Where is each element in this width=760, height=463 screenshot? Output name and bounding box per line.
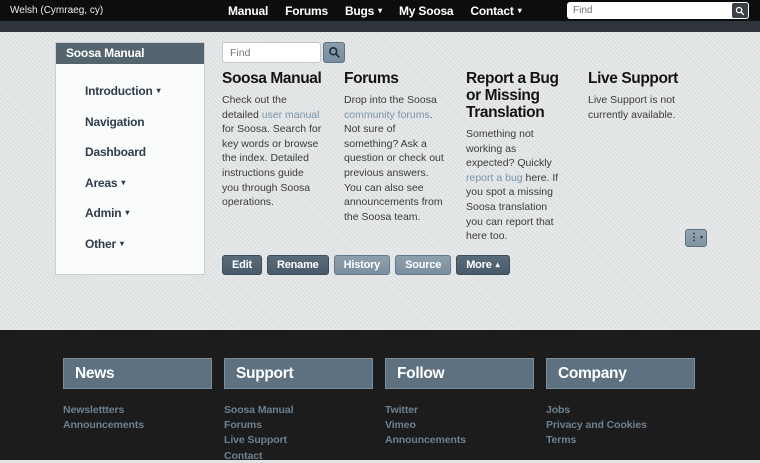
list-item: Contact — [224, 448, 373, 463]
list-item: Announcements — [385, 432, 534, 447]
sidebar-link-admin[interactable]: Admin▾ — [85, 206, 129, 220]
community-forums-link[interactable]: community forums — [344, 109, 430, 121]
footer-link-announcements[interactable]: Announcements — [385, 434, 466, 446]
nav-item-bugs[interactable]: Bugs▾ — [345, 4, 382, 18]
source-button[interactable]: Source — [395, 255, 451, 275]
nav-item-manual[interactable]: Manual — [228, 4, 268, 18]
topbar-search-input[interactable] — [568, 5, 732, 16]
sidebar-item-dashboard: Dashboard — [85, 143, 196, 161]
list-item: Newslettters — [63, 402, 212, 417]
nav-item-contact[interactable]: Contact▾ — [470, 4, 521, 18]
list-item: Vimeo — [385, 417, 534, 432]
footer-link-terms[interactable]: Terms — [546, 434, 576, 446]
nav-item-my-soosa[interactable]: My Soosa — [399, 4, 453, 18]
footer-section-title: News — [63, 358, 212, 389]
list-item: Terms — [546, 432, 695, 447]
list-item: Twitter — [385, 402, 534, 417]
sidebar-link-introduction[interactable]: Introduction▾ — [85, 84, 160, 98]
list-item: Forums — [224, 417, 373, 432]
footer-section-title: Support — [224, 358, 373, 389]
footer-link-live-support[interactable]: Live Support — [224, 434, 287, 446]
topbar-search-button[interactable] — [732, 3, 748, 18]
list-item: Soosa Manual — [224, 402, 373, 417]
top-navigation-bar: Welsh (Cymraeg, cy) Manual Forums Bugs▾ … — [0, 0, 760, 21]
history-button[interactable]: History — [334, 255, 391, 275]
footer-link-forums[interactable]: Forums — [224, 419, 262, 431]
list-item: Live Support — [224, 432, 373, 447]
content-search-input[interactable] — [222, 42, 321, 63]
column-report-bug: Report a Bug or Missing Translation Some… — [466, 70, 566, 244]
sidebar-item-admin: Admin▾ — [85, 204, 196, 222]
column-title: Report a Bug or Missing Translation — [466, 70, 566, 121]
caret-down-icon: ▾ — [700, 235, 703, 241]
sidebar-link-navigation[interactable]: Navigation — [85, 115, 144, 129]
list-menu-button[interactable]: ⋮ ▾ — [685, 229, 707, 247]
more-button[interactable]: More▴ — [456, 255, 509, 275]
caret-down-icon: ▾ — [125, 209, 129, 217]
sidebar-item-areas: Areas▾ — [85, 174, 196, 192]
column-soosa-manual: Soosa Manual Check out the detailed user… — [222, 70, 322, 244]
kebab-icon: ⋮ — [689, 233, 699, 243]
sidebar-link-areas[interactable]: Areas▾ — [85, 176, 125, 190]
footer-link-vimeo[interactable]: Vimeo — [385, 419, 416, 431]
column-text: Drop into the Soosa community forums. No… — [344, 93, 444, 224]
caret-down-icon: ▾ — [121, 179, 125, 187]
sidebar: Soosa Manual Introduction▾ Navigation Da… — [55, 42, 205, 275]
secondary-bar — [0, 21, 760, 32]
footer-section-follow: Follow Twitter Vimeo Announcements — [385, 358, 534, 463]
footer-link-announcements[interactable]: Announcements — [63, 419, 144, 431]
caret-down-icon: ▾ — [378, 7, 382, 15]
column-title: Live Support — [588, 70, 688, 87]
rename-button[interactable]: Rename — [267, 255, 329, 275]
footer-link-twitter[interactable]: Twitter — [385, 404, 418, 416]
footer-section-news: News Newslettters Announcements — [63, 358, 212, 463]
column-forums: Forums Drop into the Soosa community for… — [344, 70, 444, 244]
caret-down-icon: ▾ — [518, 7, 522, 15]
footer-link-soosa-manual[interactable]: Soosa Manual — [224, 404, 293, 416]
topbar-search — [567, 2, 749, 19]
list-item: Announcements — [63, 417, 212, 432]
footer-section-title: Company — [546, 358, 695, 389]
search-icon — [328, 46, 341, 59]
list-item: Jobs — [546, 402, 695, 417]
column-text: Live Support is not currently available. — [588, 93, 688, 122]
sidebar-link-other[interactable]: Other▾ — [85, 237, 124, 251]
user-manual-link[interactable]: user manual — [262, 109, 320, 121]
footer-section-title: Follow — [385, 358, 534, 389]
footer: News Newslettters Announcements Support … — [0, 330, 760, 460]
sidebar-item-navigation: Navigation — [85, 113, 196, 131]
language-label: Welsh (Cymraeg, cy) — [10, 5, 103, 16]
footer-link-privacy-cookies[interactable]: Privacy and Cookies — [546, 419, 647, 431]
sidebar-item-other: Other▾ — [85, 235, 196, 253]
footer-section-support: Support Soosa Manual Forums Live Support… — [224, 358, 373, 463]
report-a-bug-link[interactable]: report a bug — [466, 172, 523, 184]
footer-section-company: Company Jobs Privacy and Cookies Terms — [546, 358, 695, 463]
caret-down-icon: ▾ — [157, 87, 161, 95]
column-live-support: Live Support Live Support is not current… — [588, 70, 688, 244]
column-title: Forums — [344, 70, 444, 87]
feature-columns: Soosa Manual Check out the detailed user… — [222, 70, 710, 244]
caret-up-icon: ▴ — [496, 261, 500, 269]
content-search — [222, 42, 345, 63]
sidebar-link-dashboard[interactable]: Dashboard — [85, 145, 146, 159]
sidebar-title: Soosa Manual — [56, 43, 204, 64]
footer-link-jobs[interactable]: Jobs — [546, 404, 570, 416]
list-item: Privacy and Cookies — [546, 417, 695, 432]
nav-item-forums[interactable]: Forums — [285, 4, 328, 18]
column-title: Soosa Manual — [222, 70, 322, 87]
edit-button[interactable]: Edit — [222, 255, 262, 275]
top-nav: Manual Forums Bugs▾ My Soosa Contact▾ — [228, 0, 522, 21]
column-text: Check out the detailed user manual for S… — [222, 93, 322, 210]
search-icon — [735, 6, 745, 16]
content-search-button[interactable] — [323, 42, 345, 63]
page-action-toolbar: Edit Rename History Source More▴ — [222, 255, 515, 275]
column-text: Something not working as expected? Quick… — [466, 127, 566, 244]
footer-link-newsletters[interactable]: Newslettters — [63, 404, 124, 416]
footer-columns: News Newslettters Announcements Support … — [0, 330, 760, 463]
sidebar-menu: Introduction▾ Navigation Dashboard Areas… — [56, 64, 204, 274]
sidebar-item-introduction: Introduction▾ — [85, 82, 196, 100]
caret-down-icon: ▾ — [120, 240, 124, 248]
